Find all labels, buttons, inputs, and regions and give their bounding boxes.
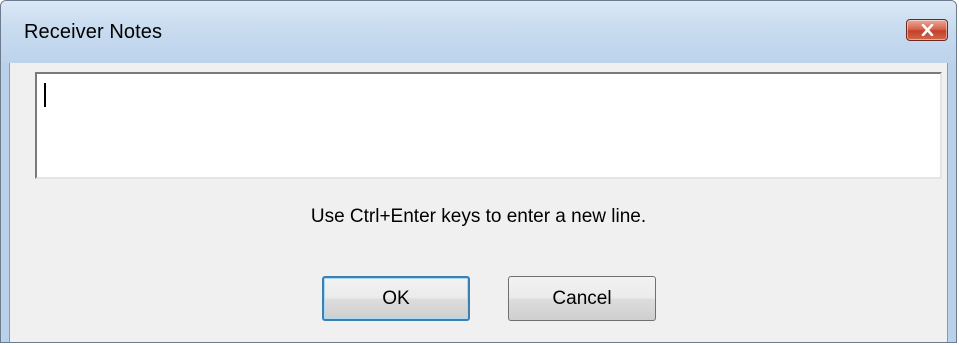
close-icon	[921, 24, 934, 36]
new-line-hint: Use Ctrl+Enter keys to enter a new line.	[310, 206, 647, 227]
dialog-body: Use Ctrl+Enter keys to enter a new line.…	[9, 63, 948, 342]
close-button[interactable]	[906, 19, 948, 41]
ok-button[interactable]: OK	[322, 276, 470, 321]
title-bar[interactable]: Receiver Notes	[1, 1, 956, 63]
receiver-notes-input[interactable]	[35, 72, 942, 179]
text-caret	[44, 83, 46, 107]
receiver-notes-dialog: Receiver Notes Use Ctrl+Enter keys to en…	[0, 0, 957, 343]
cancel-button[interactable]: Cancel	[508, 276, 656, 321]
window-title: Receiver Notes	[24, 21, 163, 43]
